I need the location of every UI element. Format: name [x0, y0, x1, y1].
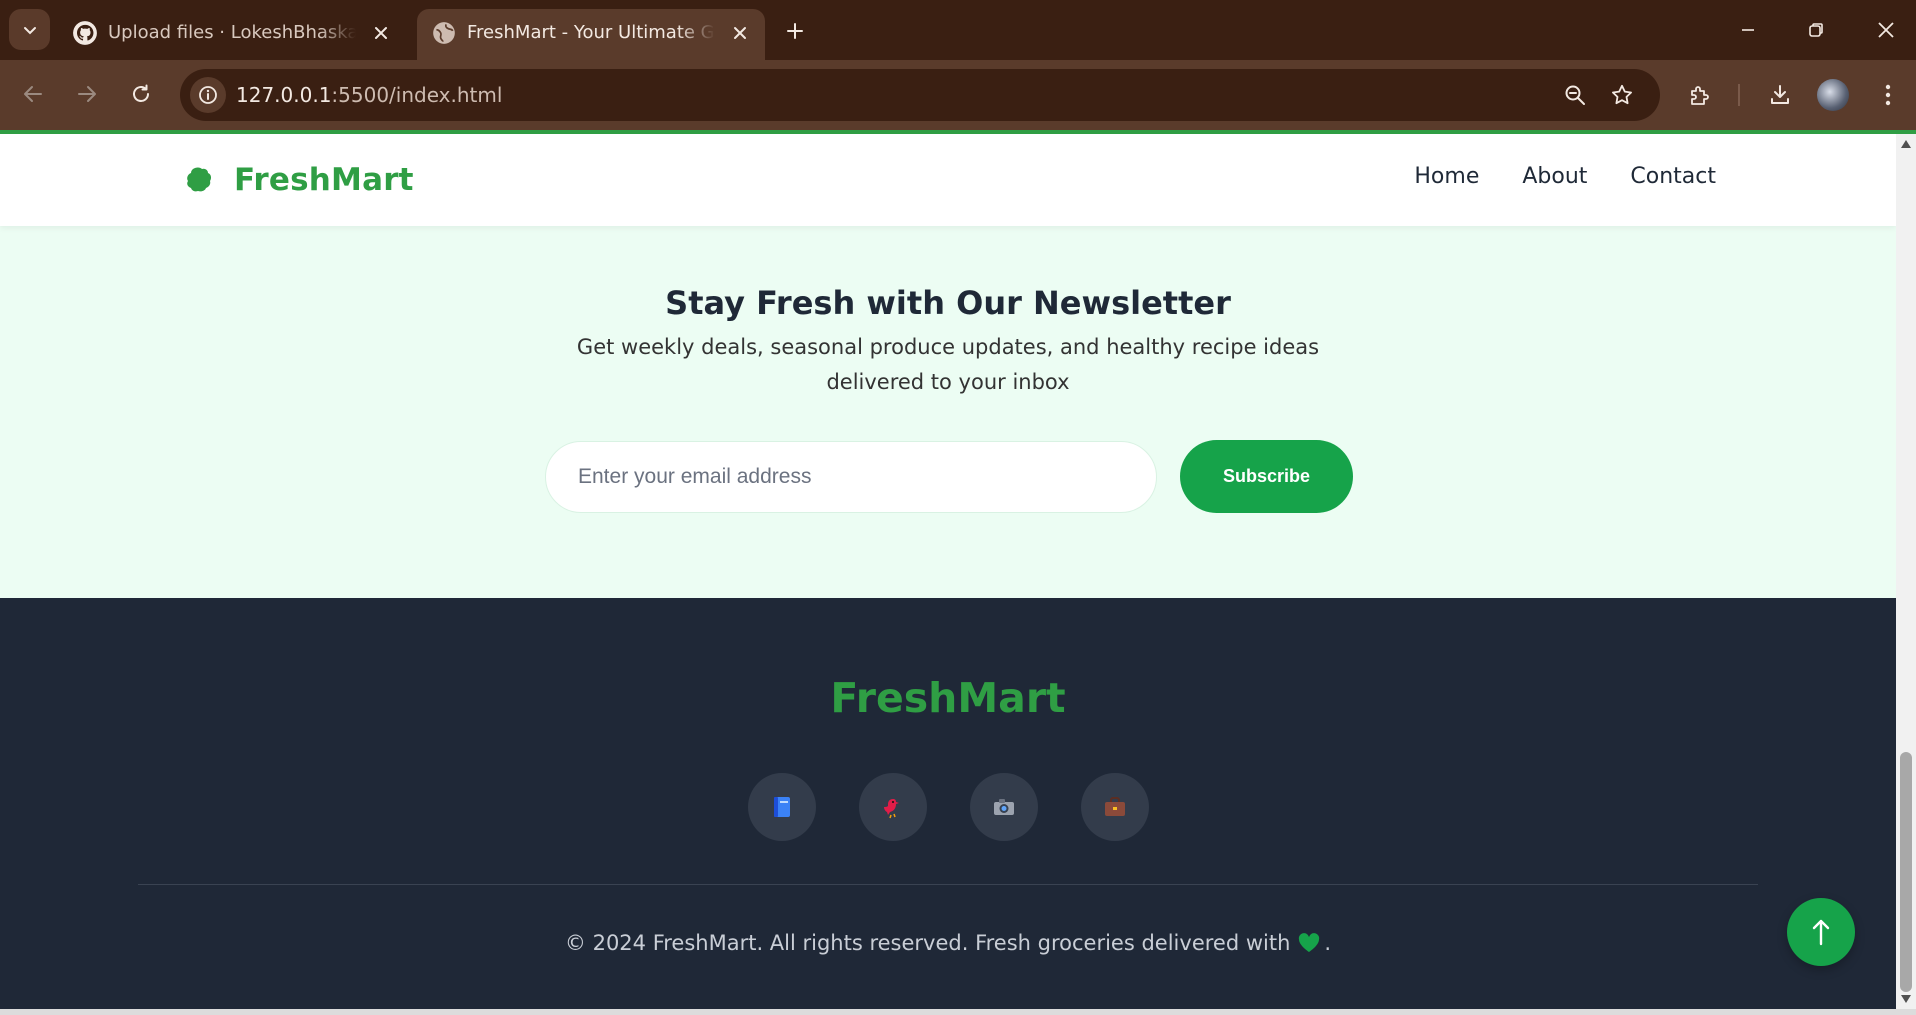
copyright-text: © 2024 FreshMart. All rights reserved. F…	[0, 931, 1896, 955]
book-icon	[774, 797, 790, 817]
camera-icon	[994, 799, 1014, 815]
arrow-up-icon	[1812, 919, 1830, 946]
browser-menu-button[interactable]	[1868, 75, 1908, 115]
bookmark-button[interactable]	[1604, 77, 1640, 113]
nav-link-about[interactable]: About	[1522, 164, 1587, 189]
extensions-button[interactable]	[1680, 75, 1720, 115]
globe-icon	[433, 22, 455, 44]
tab-title: Upload files · LokeshBhaskarNR/	[108, 22, 356, 43]
newsletter-title: Stay Fresh with Our Newsletter	[665, 284, 1231, 322]
toolbar-divider	[1738, 84, 1740, 106]
site-info-button[interactable]	[190, 77, 226, 113]
scrollbar-thumb[interactable]	[1900, 752, 1912, 992]
subscribe-button[interactable]: Subscribe	[1180, 440, 1353, 513]
browser-tab-strip: Upload files · LokeshBhaskarNR/ FreshMar…	[0, 0, 1916, 60]
social-link-book[interactable]	[748, 773, 816, 841]
close-icon[interactable]	[729, 22, 751, 44]
social-link-camera[interactable]	[970, 773, 1038, 841]
browser-toolbar: 127.0.0.1:5500/index.html	[0, 60, 1916, 130]
social-links	[748, 773, 1149, 841]
profile-button[interactable]	[1813, 75, 1853, 115]
site-logo[interactable]: FreshMart	[184, 162, 414, 198]
site-footer: FreshMart © 2024 FreshMart. All rights r…	[0, 598, 1896, 1009]
browser-tab-freshmart[interactable]: FreshMart - Your Ultimate Grocery	[417, 9, 765, 60]
tab-title: FreshMart - Your Ultimate Grocery	[467, 22, 715, 43]
zoom-out-icon	[1565, 85, 1585, 105]
info-icon	[199, 86, 217, 104]
footer-brand: FreshMart	[830, 674, 1066, 722]
reload-icon	[133, 84, 149, 102]
download-icon	[1771, 85, 1789, 104]
scroll-to-top-button[interactable]	[1787, 898, 1855, 966]
social-link-bird[interactable]	[859, 773, 927, 841]
green-heart-icon	[1299, 933, 1320, 952]
url-text[interactable]: 127.0.0.1:5500/index.html	[236, 82, 502, 108]
copyright-label: © 2024 FreshMart. All rights reserved. F…	[564, 931, 1291, 955]
arrow-right-icon	[78, 86, 96, 102]
address-bar[interactable]: 127.0.0.1:5500/index.html	[180, 69, 1660, 121]
minimize-icon	[1742, 29, 1754, 31]
github-icon	[73, 21, 97, 45]
arrow-left-icon	[24, 86, 42, 102]
leaf-icon	[187, 167, 212, 192]
url-path: :5500/index.html	[331, 83, 503, 107]
page-scrollbar[interactable]	[1896, 134, 1916, 1009]
scroll-down-arrow-icon[interactable]	[1900, 994, 1912, 1004]
email-field[interactable]	[545, 441, 1157, 513]
copyright-end: .	[1324, 931, 1332, 955]
nav-link-contact[interactable]: Contact	[1630, 164, 1716, 189]
page-viewport: FreshMart Home About Contact Stay Fresh …	[0, 134, 1896, 1009]
star-icon	[1612, 84, 1632, 105]
url-host: 127.0.0.1	[236, 83, 332, 107]
newsletter-description: Get weekly deals, seasonal produce updat…	[576, 335, 1320, 394]
newsletter-section: Stay Fresh with Our Newsletter Get weekl…	[0, 226, 1896, 598]
briefcase-icon	[1105, 797, 1125, 816]
downloads-button[interactable]	[1760, 75, 1800, 115]
zoom-button[interactable]	[1557, 77, 1593, 113]
footer-divider	[138, 884, 1758, 885]
main-nav: Home About Contact	[1414, 164, 1716, 189]
site-header: FreshMart Home About Contact	[0, 134, 1896, 226]
social-link-briefcase[interactable]	[1081, 773, 1149, 841]
new-tab-button[interactable]	[778, 14, 812, 48]
close-icon[interactable]	[370, 22, 392, 44]
browser-tab-github[interactable]: Upload files · LokeshBhaskarNR/	[58, 9, 406, 60]
back-button[interactable]	[13, 74, 53, 114]
close-window-button[interactable]	[1858, 8, 1914, 52]
nav-link-home[interactable]: Home	[1414, 164, 1479, 189]
bird-icon	[884, 799, 899, 819]
kebab-menu-icon	[1885, 84, 1891, 106]
avatar	[1817, 79, 1849, 111]
close-icon	[1878, 22, 1894, 38]
plus-icon	[787, 23, 803, 39]
tab-search-button[interactable]	[9, 9, 50, 50]
chevron-down-icon	[23, 26, 36, 34]
window-bottom-edge	[0, 1009, 1916, 1015]
forward-button[interactable]	[67, 74, 107, 114]
brand-name: FreshMart	[234, 162, 414, 198]
reload-button[interactable]	[121, 74, 161, 114]
minimize-button[interactable]	[1720, 8, 1776, 52]
restore-icon	[1809, 23, 1823, 37]
restore-button[interactable]	[1788, 8, 1844, 52]
scroll-up-arrow-icon[interactable]	[1900, 139, 1912, 149]
puzzle-icon	[1691, 86, 1709, 105]
